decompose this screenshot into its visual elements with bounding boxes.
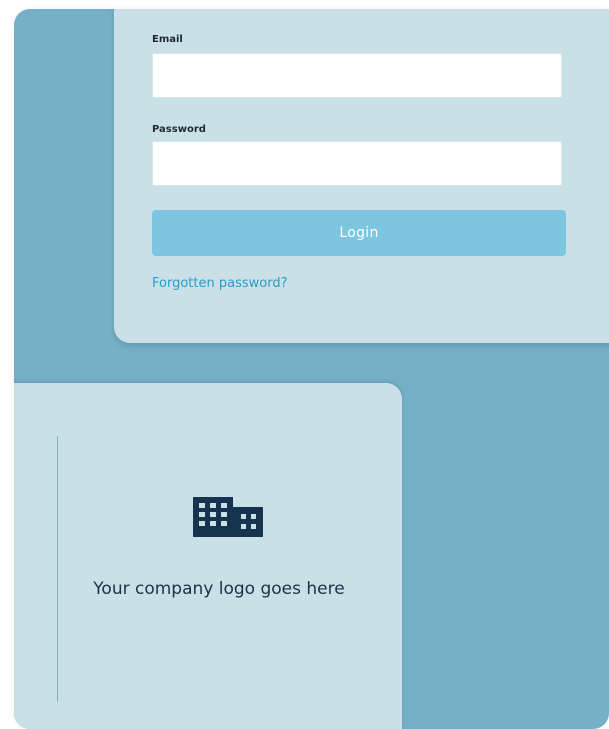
password-label: Password (152, 124, 206, 135)
email-label: Email (152, 34, 183, 45)
login-button[interactable]: Login (152, 210, 566, 256)
logo-card: Your company logo goes here (14, 383, 402, 729)
forgot-password-link[interactable]: Forgotten password? (152, 276, 287, 291)
password-field[interactable] (152, 141, 562, 186)
logo-divider (57, 436, 58, 702)
building-icon (193, 497, 263, 537)
logo-caption: Your company logo goes here (93, 579, 345, 599)
app-frame: Email Password Login Forgotten password? (14, 9, 609, 729)
email-field[interactable] (152, 53, 562, 98)
login-card: Email Password Login Forgotten password? (114, 9, 609, 343)
